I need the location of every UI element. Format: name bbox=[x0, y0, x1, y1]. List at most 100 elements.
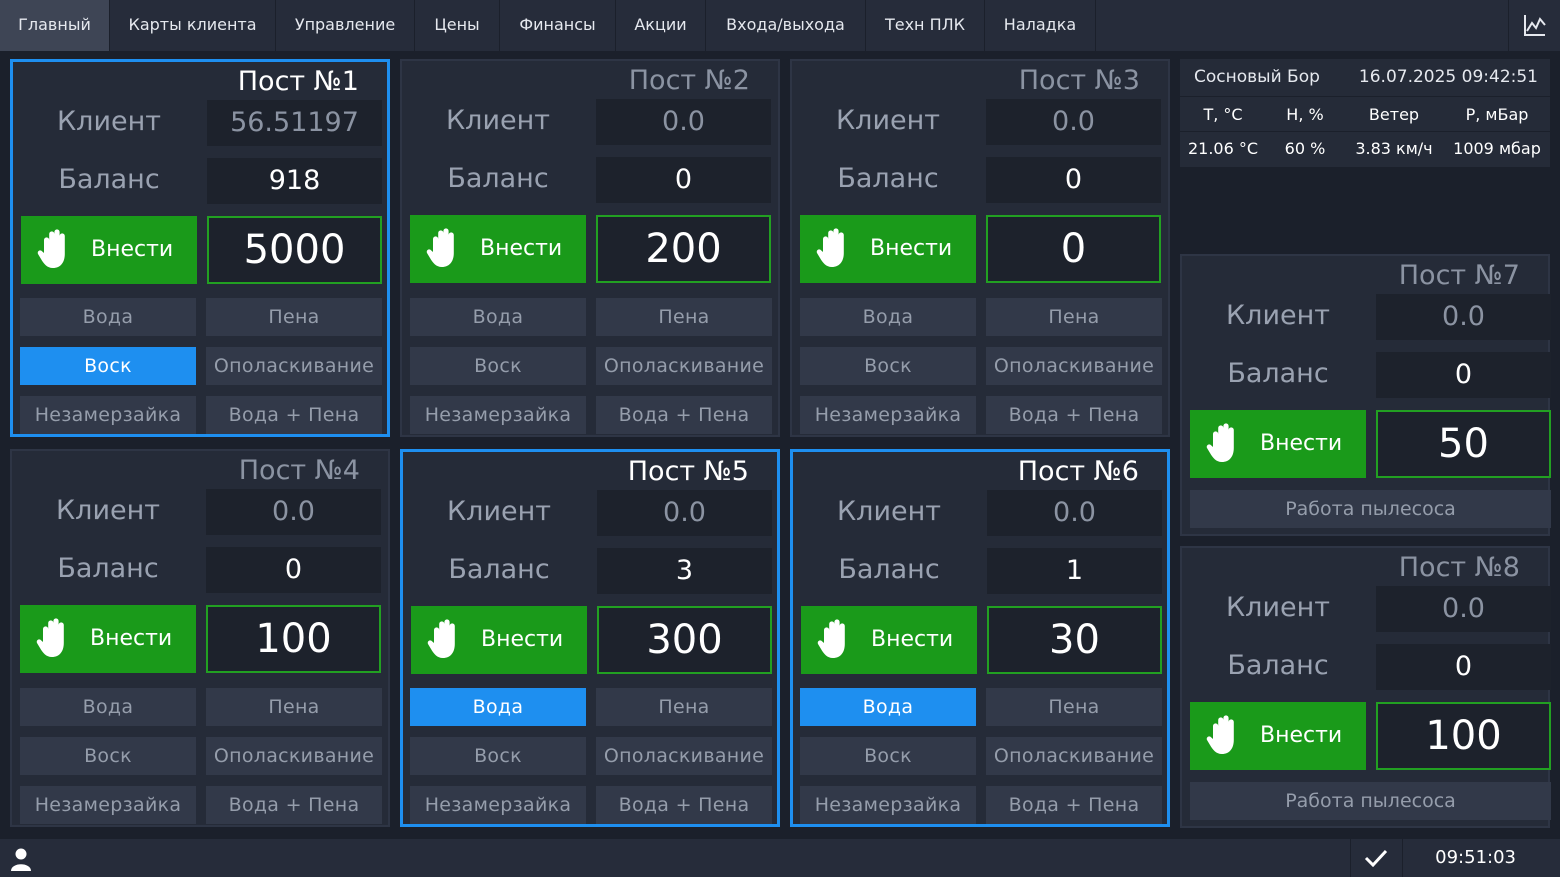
amount-value[interactable]: 5000 bbox=[207, 216, 382, 284]
mode-button[interactable]: Воск bbox=[800, 347, 976, 385]
mode-button[interactable]: Вода bbox=[800, 688, 976, 726]
amount-value[interactable]: 300 bbox=[597, 606, 772, 674]
tab-setup[interactable]: Наладка bbox=[985, 0, 1096, 51]
tab-prices[interactable]: Цены bbox=[415, 0, 500, 51]
amount-value[interactable]: 50 bbox=[1376, 410, 1551, 478]
mode-button[interactable]: Вода bbox=[20, 688, 196, 726]
mode-button[interactable]: Вода + Пена bbox=[596, 786, 772, 824]
post-panel: Пост №5 Клиент 0.0 Баланс 3 Внести 300 Вода Пена… bbox=[400, 449, 780, 827]
mode-button[interactable]: Пена bbox=[206, 298, 382, 336]
balance-label: Баланс bbox=[1227, 358, 1329, 389]
mode-button[interactable]: Вода + Пена bbox=[596, 396, 772, 434]
hand-icon bbox=[426, 227, 462, 275]
mode-button[interactable]: Пена bbox=[206, 688, 382, 726]
mode-button[interactable]: Вода bbox=[20, 298, 196, 336]
balance-value: 0 bbox=[986, 157, 1161, 203]
mode-button[interactable]: Ополаскивание bbox=[986, 737, 1162, 775]
amount-value[interactable]: 100 bbox=[206, 605, 381, 673]
mode-button[interactable]: Воск bbox=[410, 737, 586, 775]
balance-value: 0 bbox=[1376, 644, 1551, 690]
post-title: Пост №7 bbox=[1398, 260, 1520, 291]
vacuum-button[interactable]: Работа пылесоса bbox=[1190, 782, 1551, 820]
mode-button[interactable]: Воск bbox=[20, 347, 196, 385]
deposit-button[interactable]: Внести bbox=[1190, 410, 1366, 478]
mode-button[interactable]: Воск bbox=[800, 737, 976, 775]
tab-tech-plc[interactable]: Техн ПЛК bbox=[866, 0, 985, 51]
mode-button[interactable]: Незамерзайка bbox=[800, 396, 976, 434]
mode-button[interactable]: Ополаскивание bbox=[596, 347, 772, 385]
mode-button[interactable]: Пена bbox=[986, 298, 1162, 336]
client-value: 0.0 bbox=[986, 99, 1161, 145]
weather-panel: Сосновый Бор 16.07.2025 09:42:51 T, °C H… bbox=[1180, 59, 1550, 167]
mode-button[interactable]: Незамерзайка bbox=[410, 396, 586, 434]
deposit-button[interactable]: Внести bbox=[800, 215, 976, 283]
clock: 09:51:03 bbox=[1435, 847, 1516, 868]
mode-button[interactable]: Вода bbox=[410, 688, 586, 726]
mode-button[interactable]: Воск bbox=[20, 737, 196, 775]
mode-button[interactable]: Незамерзайка bbox=[800, 786, 976, 824]
tab-io[interactable]: Входа/выхода bbox=[706, 0, 866, 51]
amount-value[interactable]: 100 bbox=[1376, 702, 1551, 770]
post-title: Пост №3 bbox=[1018, 65, 1140, 96]
deposit-button[interactable]: Внести bbox=[1190, 702, 1366, 770]
mode-button[interactable]: Вода + Пена bbox=[986, 786, 1162, 824]
deposit-button[interactable]: Внести bbox=[411, 606, 587, 674]
weather-header-humidity: H, % bbox=[1286, 105, 1324, 124]
amount-value[interactable]: 30 bbox=[987, 606, 1162, 674]
weather-pressure-value: 1009 мбар bbox=[1453, 139, 1541, 158]
user-icon[interactable] bbox=[10, 847, 32, 871]
divider bbox=[1350, 839, 1351, 877]
deposit-button[interactable]: Внести bbox=[20, 605, 196, 673]
balance-value: 0 bbox=[206, 547, 381, 593]
mode-button[interactable]: Вода + Пена bbox=[206, 786, 382, 824]
deposit-label: Внести bbox=[871, 627, 954, 652]
post-panel: Пост №4 Клиент 0.0 Баланс 0 Внести 100 Вода Пена… bbox=[10, 449, 390, 827]
mode-button[interactable]: Незамерзайка bbox=[410, 786, 586, 824]
client-value: 56.51197 bbox=[207, 100, 382, 146]
top-nav: Главный Карты клиента Управление Цены Фи… bbox=[0, 0, 1560, 51]
hand-icon bbox=[37, 228, 73, 276]
post-title: Пост №5 bbox=[627, 456, 749, 487]
mode-button[interactable]: Ополаскивание bbox=[206, 347, 382, 385]
tab-control[interactable]: Управление bbox=[276, 0, 415, 51]
deposit-button[interactable]: Внести bbox=[21, 216, 197, 284]
mode-button[interactable]: Вода bbox=[800, 298, 976, 336]
hand-icon bbox=[1206, 422, 1242, 470]
balance-value: 918 bbox=[207, 158, 382, 204]
deposit-label: Внести bbox=[1260, 723, 1343, 748]
mode-button[interactable]: Пена bbox=[986, 688, 1162, 726]
mode-button[interactable]: Ополаскивание bbox=[986, 347, 1162, 385]
mode-button[interactable]: Ополаскивание bbox=[596, 737, 772, 775]
deposit-button[interactable]: Внести bbox=[801, 606, 977, 674]
mode-button[interactable]: Вода + Пена bbox=[986, 396, 1162, 434]
mode-button[interactable]: Пена bbox=[596, 298, 772, 336]
mode-button[interactable]: Вода bbox=[410, 298, 586, 336]
vacuum-button[interactable]: Работа пылесоса bbox=[1190, 490, 1551, 528]
mode-button[interactable]: Вода + Пена bbox=[206, 396, 382, 434]
deposit-button[interactable]: Внести bbox=[410, 215, 586, 283]
post-panel: Пост №1 Клиент 56.51197 Баланс 918 Внести 5000… bbox=[10, 59, 390, 437]
mode-button[interactable]: Незамерзайка bbox=[20, 786, 196, 824]
tab-finance[interactable]: Финансы bbox=[500, 0, 616, 51]
post-title: Пост №4 bbox=[238, 455, 360, 486]
weather-temp-value: 21.06 °C bbox=[1187, 139, 1259, 158]
client-label: Клиент bbox=[56, 495, 160, 526]
amount-value[interactable]: 200 bbox=[596, 215, 771, 283]
deposit-label: Внести bbox=[1260, 431, 1343, 456]
mode-button[interactable]: Ополаскивание bbox=[206, 737, 382, 775]
mode-button[interactable]: Пена bbox=[596, 688, 772, 726]
mode-button[interactable]: Воск bbox=[410, 347, 586, 385]
deposit-label: Внести bbox=[870, 236, 953, 261]
deposit-label: Внести bbox=[481, 627, 564, 652]
amount-value[interactable]: 0 bbox=[986, 215, 1161, 283]
tab-promotions[interactable]: Акции bbox=[616, 0, 706, 51]
mode-button[interactable]: Незамерзайка bbox=[20, 396, 196, 434]
hand-icon bbox=[427, 618, 463, 666]
divider bbox=[1402, 839, 1403, 877]
chart-button[interactable] bbox=[1508, 0, 1560, 51]
tab-client-cards[interactable]: Карты клиента bbox=[110, 0, 276, 51]
tab-main[interactable]: Главный bbox=[0, 0, 110, 51]
client-label: Клиент bbox=[446, 105, 550, 136]
post-panel: Пост №3 Клиент 0.0 Баланс 0 Внести 0 Вода Пена Во… bbox=[790, 59, 1170, 437]
hand-icon bbox=[1206, 714, 1242, 762]
